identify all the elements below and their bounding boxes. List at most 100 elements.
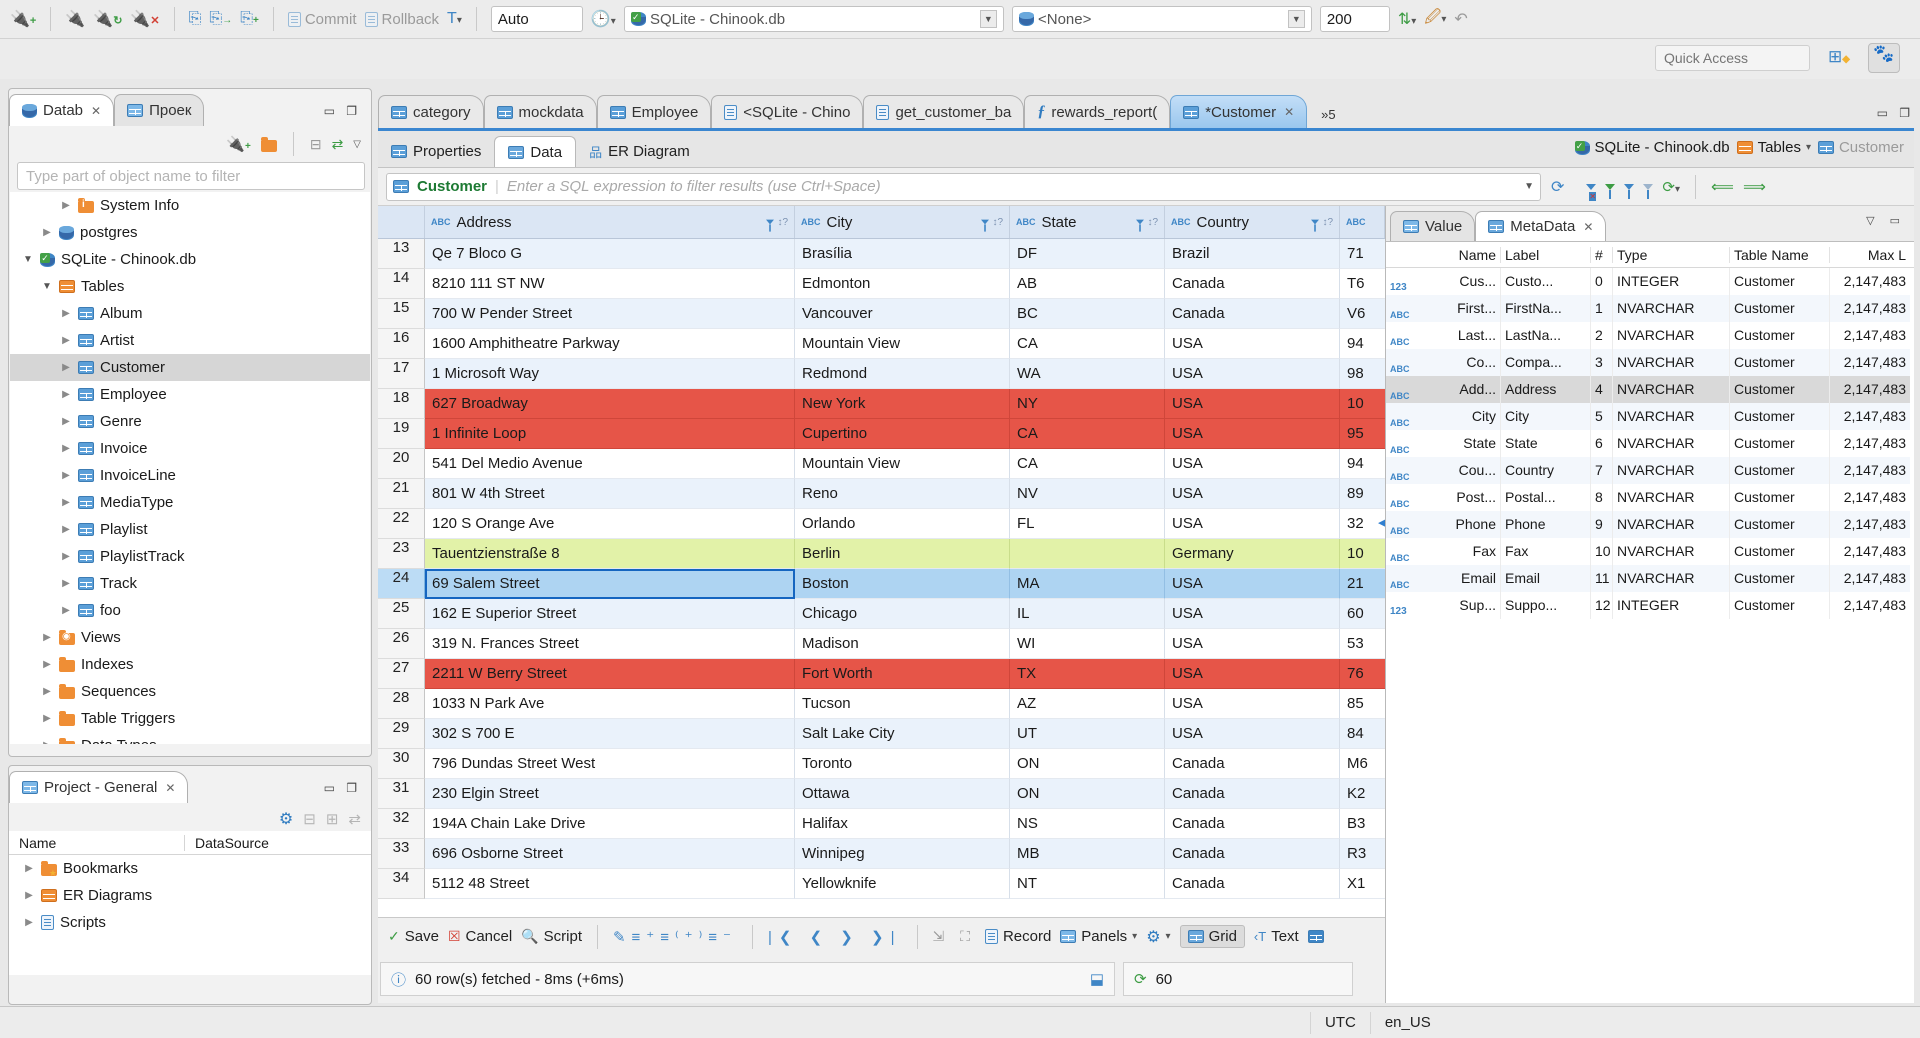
- cell-postalcode[interactable]: X1: [1340, 869, 1385, 899]
- metadata-row[interactable]: ABC Phone Phone 9 NVARCHAR Customer 2,147,483: [1386, 511, 1914, 538]
- cell-name[interactable]: ABC City: [1386, 403, 1501, 430]
- cell-city[interactable]: Cupertino: [795, 419, 1010, 449]
- cell-postalcode[interactable]: 60: [1340, 599, 1385, 629]
- cell-state[interactable]: [1010, 539, 1165, 569]
- metadata-row[interactable]: ABC Last... LastNa... 2 NVARCHAR Customer 2,14…: [1386, 322, 1914, 349]
- cell-address[interactable]: 2211 W Berry Street: [425, 659, 795, 689]
- cell-name[interactable]: ABC State: [1386, 430, 1501, 457]
- connection-combo[interactable]: SQLite - Chinook.db▼: [623, 6, 1004, 32]
- tab-projects[interactable]: Проек: [114, 94, 205, 126]
- cell-max-length[interactable]: 2,147,483: [1830, 538, 1910, 565]
- tab-value[interactable]: Value: [1390, 211, 1476, 241]
- close-icon[interactable]: ✕: [1284, 105, 1294, 119]
- disconnect-icon[interactable]: 🔌✕: [130, 9, 159, 29]
- cell-name[interactable]: ABC First...: [1386, 295, 1501, 322]
- expand-arrow-icon[interactable]: ▶: [60, 551, 72, 562]
- grid-view-button[interactable]: Grid: [1179, 925, 1245, 948]
- tree-item-employee[interactable]: ▶ Employee: [10, 381, 370, 408]
- cell-city[interactable]: Madison: [795, 629, 1010, 659]
- editor-tab-employee[interactable]: Employee: [596, 95, 712, 128]
- nav-back-icon[interactable]: ⟸: [1711, 177, 1734, 197]
- close-icon[interactable]: ✕: [1583, 220, 1593, 234]
- fetch-panel-icon[interactable]: ⬓: [1090, 970, 1104, 988]
- cell-country[interactable]: USA: [1165, 599, 1340, 629]
- dropdown-arrow-icon[interactable]: ▼: [979, 10, 997, 28]
- cell-state[interactable]: UT: [1010, 719, 1165, 749]
- cell-label[interactable]: FirstNa...: [1501, 295, 1591, 322]
- expand-arrow-icon[interactable]: ▶: [41, 686, 53, 697]
- expand-arrow-icon[interactable]: ▶: [41, 632, 53, 643]
- cell-country[interactable]: USA: [1165, 449, 1340, 479]
- tab-properties[interactable]: Properties: [378, 136, 494, 167]
- cell-city[interactable]: Tucson: [795, 689, 1010, 719]
- column-header-address[interactable]: ABC Address ↕?: [425, 206, 795, 238]
- expand-arrow-icon[interactable]: ▶: [60, 443, 72, 454]
- expand-arrow-icon[interactable]: ▶: [23, 917, 35, 928]
- history-icon[interactable]: 🕒▾: [591, 9, 616, 29]
- cell-address[interactable]: 69 Salem Street: [425, 569, 795, 599]
- row-number-cell[interactable]: 13: [378, 239, 425, 269]
- cell-state[interactable]: IL: [1010, 599, 1165, 629]
- cell-country[interactable]: USA: [1165, 359, 1340, 389]
- cell-city[interactable]: Yellowknife: [795, 869, 1010, 899]
- cell-ordinal[interactable]: 5: [1591, 403, 1613, 430]
- cell-country[interactable]: Germany: [1165, 539, 1340, 569]
- cell-label[interactable]: Address: [1501, 376, 1591, 403]
- cell-type[interactable]: NVARCHAR: [1613, 430, 1730, 457]
- tree-item-track[interactable]: ▶ Track: [10, 570, 370, 597]
- tab-database-navigator[interactable]: Datab ✕: [9, 94, 115, 126]
- cell-name[interactable]: ABC Phone: [1386, 511, 1501, 538]
- text-view-button[interactable]: ‹T Text: [1254, 928, 1299, 945]
- rollback-button[interactable]: Rollback: [364, 11, 439, 28]
- cell-ordinal[interactable]: 9: [1591, 511, 1613, 538]
- row-number-cell[interactable]: 26: [378, 629, 425, 659]
- breadcrumb-database[interactable]: SQLite - Chinook.db: [1574, 139, 1730, 156]
- cell-table-name[interactable]: Customer: [1730, 430, 1830, 457]
- remove-filter-icon[interactable]: [1586, 183, 1597, 190]
- cell-state[interactable]: AB: [1010, 269, 1165, 299]
- format-painter-icon[interactable]: 🖉▾: [1424, 6, 1446, 33]
- cell-city[interactable]: Vancouver: [795, 299, 1010, 329]
- cell-address[interactable]: 796 Dundas Street West: [425, 749, 795, 779]
- cell-type[interactable]: NVARCHAR: [1613, 403, 1730, 430]
- tree-item-genre[interactable]: ▶ Genre: [10, 408, 370, 435]
- filter-sort-icon[interactable]: ↕?: [765, 217, 788, 232]
- cell-ordinal[interactable]: 7: [1591, 457, 1613, 484]
- editor-tab-rewards-report-[interactable]: ƒ rewards_report(: [1024, 95, 1171, 128]
- open-sql-script-icon[interactable]: ⎘→: [209, 10, 232, 28]
- cell-table-name[interactable]: Customer: [1730, 322, 1830, 349]
- cell-max-length[interactable]: 2,147,483: [1830, 484, 1910, 511]
- cell-address[interactable]: 1033 N Park Ave: [425, 689, 795, 719]
- cell-state[interactable]: CA: [1010, 419, 1165, 449]
- cell-table-name[interactable]: Customer: [1730, 268, 1830, 295]
- column-header-country[interactable]: ABC Country ↕?: [1165, 206, 1340, 238]
- tree-item-views[interactable]: ▶ Views: [10, 624, 370, 651]
- expand-arrow-icon[interactable]: ▶: [60, 605, 72, 616]
- cell-max-length[interactable]: 2,147,483: [1830, 322, 1910, 349]
- cell-country[interactable]: Canada: [1165, 269, 1340, 299]
- cell-postalcode[interactable]: 10: [1340, 389, 1385, 419]
- expand-arrow-icon[interactable]: ▶: [41, 713, 53, 724]
- breadcrumb-tables[interactable]: Tables ▾: [1736, 139, 1811, 156]
- schema-combo[interactable]: <None> ▼: [1011, 6, 1312, 32]
- cell-city[interactable]: Mountain View: [795, 449, 1010, 479]
- row-edit-icons[interactable]: ✎≡⁺≡⁽⁺⁾≡⁻: [613, 928, 737, 946]
- cell-postalcode[interactable]: 76: [1340, 659, 1385, 689]
- row-number-cell[interactable]: 16: [378, 329, 425, 359]
- metadata-row[interactable]: ABC Co... Compa... 3 NVARCHAR Customer 2,147,4…: [1386, 349, 1914, 376]
- cell-ordinal[interactable]: 8: [1591, 484, 1613, 511]
- cell-address[interactable]: 319 N. Frances Street: [425, 629, 795, 659]
- tab-data[interactable]: Data: [494, 136, 577, 167]
- cell-postalcode[interactable]: 94: [1340, 449, 1385, 479]
- cell-postalcode[interactable]: 94: [1340, 329, 1385, 359]
- row-number-cell[interactable]: 17: [378, 359, 425, 389]
- filter-sort-icon[interactable]: ↕?: [980, 217, 1003, 232]
- cell-ordinal[interactable]: 3: [1591, 349, 1613, 376]
- row-number-cell[interactable]: 22: [378, 509, 425, 539]
- cell-table-name[interactable]: Customer: [1730, 403, 1830, 430]
- expand-arrow-icon[interactable]: ▶: [41, 227, 53, 238]
- cell-country[interactable]: USA: [1165, 479, 1340, 509]
- project-item-scripts[interactable]: ▶ Scripts: [9, 909, 371, 936]
- filter-history-arrow-icon[interactable]: ▼: [1524, 181, 1534, 192]
- filter-sort-icon[interactable]: ↕?: [1310, 217, 1333, 232]
